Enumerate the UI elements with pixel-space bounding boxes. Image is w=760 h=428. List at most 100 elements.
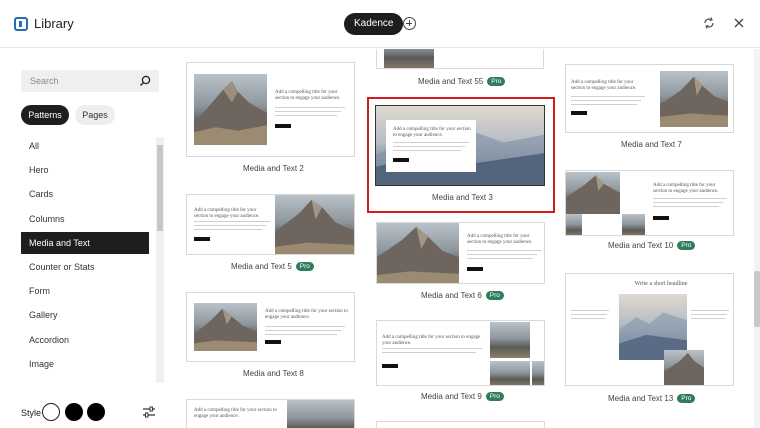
category-gallery[interactable]: Gallery <box>21 304 149 326</box>
pro-badge: Pro <box>485 291 504 300</box>
pattern-label[interactable]: Media and Text 2 <box>243 164 304 173</box>
search-input[interactable] <box>21 70 131 92</box>
cta-button-preview <box>393 158 409 162</box>
style-label: Style <box>21 408 42 418</box>
search-icon[interactable] <box>139 75 151 87</box>
category-all[interactable]: All <box>21 135 149 157</box>
pattern-card[interactable]: Write a short headline <box>565 273 734 386</box>
mountain-image <box>275 195 354 254</box>
style-dark-option[interactable] <box>65 403 83 421</box>
category-scrollbar-thumb[interactable] <box>157 145 163 231</box>
pattern-card[interactable]: Add a compelling title for your section … <box>376 320 545 386</box>
text-line <box>265 326 345 327</box>
library-title: Library <box>34 16 74 31</box>
pattern-label[interactable]: Media and Text 7 <box>621 140 682 149</box>
text-line <box>653 202 723 203</box>
mountain-image <box>490 361 530 385</box>
tab-pages[interactable]: Pages <box>75 105 115 125</box>
pro-badge: Pro <box>295 262 314 271</box>
text-line <box>275 115 337 116</box>
pattern-label[interactable]: Media and Text 55 Pro <box>418 77 506 86</box>
cta-button-preview <box>467 267 483 271</box>
category-media-and-text[interactable]: Media and Text <box>21 231 149 254</box>
pro-badge: Pro <box>487 77 506 86</box>
sidebar: Patterns Pages All Hero Cards Columns Me… <box>0 49 168 428</box>
text-line <box>467 254 537 255</box>
text-line <box>571 100 641 101</box>
card-headline: Add a compelling title for your section … <box>382 335 481 347</box>
card-headline: Add a compelling title for your section … <box>265 309 348 321</box>
mountain-image <box>194 74 267 145</box>
category-hero[interactable]: Hero <box>21 159 149 181</box>
text-line <box>393 142 469 143</box>
mountain-image <box>532 361 544 385</box>
cta-button-preview <box>265 340 281 344</box>
text-line <box>571 318 605 319</box>
pattern-label-text: Media and Text 10 <box>608 241 674 250</box>
style-light-option[interactable] <box>42 403 60 421</box>
pattern-card[interactable] <box>376 49 544 69</box>
sliders-icon[interactable] <box>142 406 156 418</box>
card-headline: Add a compelling title for your section … <box>194 208 260 220</box>
mountain-image <box>287 400 354 428</box>
tab-patterns[interactable]: Patterns <box>21 105 69 125</box>
pattern-label[interactable]: Media and Text 10 Pro <box>608 241 696 250</box>
text-line <box>691 310 729 311</box>
kadence-source-button[interactable]: Kadence <box>344 13 404 35</box>
pattern-card[interactable]: Add a compelling title for your section … <box>186 399 355 428</box>
pattern-label[interactable]: Media and Text 6 Pro <box>421 291 504 300</box>
pattern-label[interactable]: Media and Text 8 <box>243 369 304 378</box>
card-headline: Add a compelling title for your section … <box>653 183 719 195</box>
search-box <box>21 70 159 92</box>
pattern-card[interactable] <box>376 421 545 428</box>
text-line <box>265 330 341 331</box>
card-headline: Add a compelling title for your section … <box>275 90 341 102</box>
kadence-logo-icon <box>14 17 28 31</box>
category-cards[interactable]: Cards <box>21 183 149 205</box>
category-columns[interactable]: Columns <box>21 208 149 230</box>
card-headline: Add a compelling title for your section … <box>194 408 277 420</box>
category-counter-or-stats[interactable]: Counter or Stats <box>21 256 149 278</box>
close-icon[interactable] <box>732 16 746 30</box>
text-line <box>571 96 645 97</box>
pattern-card[interactable]: Add a compelling title for your section … <box>565 170 734 236</box>
pattern-label[interactable]: Media and Text 13 Pro <box>608 394 696 403</box>
category-form[interactable]: Form <box>21 280 149 302</box>
sync-icon[interactable] <box>702 16 716 30</box>
text-line <box>571 310 609 311</box>
pro-badge: Pro <box>677 241 696 250</box>
pattern-card[interactable]: Add a compelling title for your section … <box>376 222 545 284</box>
pattern-label[interactable]: Media and Text 3 <box>432 193 493 202</box>
mountain-image <box>490 322 530 358</box>
pro-badge: Pro <box>485 392 504 401</box>
card-headline: Add a compelling title for your section … <box>393 127 471 139</box>
card-headline: Add a compelling title for your section … <box>467 234 533 246</box>
category-image[interactable]: Image <box>21 353 149 375</box>
text-line <box>393 146 465 147</box>
pattern-label[interactable]: Media and Text 9 Pro <box>421 392 504 401</box>
add-source-icon[interactable] <box>403 17 416 30</box>
pattern-label-text: Media and Text 13 <box>608 394 674 403</box>
pattern-card-selected[interactable]: Add a compelling title for your section … <box>375 105 545 186</box>
pattern-card[interactable]: Add a compelling title for your section … <box>186 194 355 255</box>
pattern-label-text: Media and Text 9 <box>421 392 482 401</box>
main-scrollbar-thumb[interactable] <box>754 271 760 327</box>
main-scrollbar[interactable] <box>754 49 760 428</box>
pattern-card[interactable]: Add a compelling title for your section … <box>186 292 355 362</box>
pro-badge: Pro <box>677 394 696 403</box>
pattern-label-text: Media and Text 55 <box>418 77 484 86</box>
pattern-card[interactable]: Add a compelling title for your section … <box>186 62 355 157</box>
text-line <box>571 104 637 105</box>
pattern-card[interactable]: Add a compelling title for your section … <box>565 64 734 133</box>
pattern-label[interactable]: Media and Text 5 Pro <box>231 262 314 271</box>
category-accordion[interactable]: Accordion <box>21 329 149 351</box>
mountain-image <box>664 350 704 385</box>
text-line <box>194 221 270 222</box>
pattern-grid: Add a compelling title for your section … <box>168 49 760 428</box>
cta-button-preview <box>275 124 291 128</box>
text-line <box>265 334 337 335</box>
mountain-image <box>384 49 434 68</box>
style-black-option[interactable] <box>87 403 105 421</box>
category-scrollbar[interactable] <box>156 137 164 383</box>
mountain-image <box>660 71 728 127</box>
